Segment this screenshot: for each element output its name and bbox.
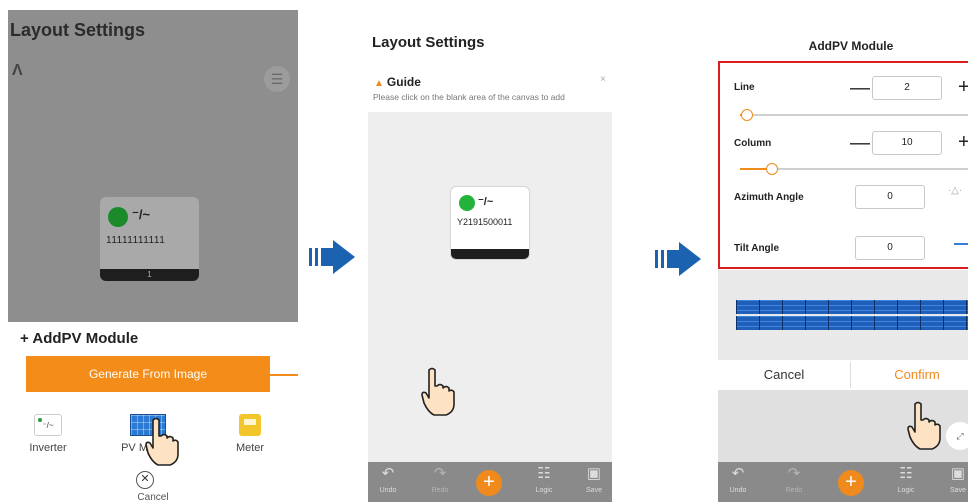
tilt-angle-input[interactable]: 0: [855, 236, 925, 260]
page-title: Layout Settings: [372, 34, 485, 51]
layout-settings-panel-2: Layout Settings ▲ Guide × Please click on…: [368, 10, 612, 502]
add-button[interactable]: +: [476, 470, 502, 496]
save-button[interactable]: ▣ Save: [576, 462, 612, 502]
page-title: AddPV Module: [808, 39, 894, 53]
undo-button[interactable]: ↶ Undo: [370, 462, 406, 502]
column-decrement-button[interactable]: —: [850, 133, 870, 153]
bottom-toolbar: ↶ Undo ↷ Redo + ☷ Logic ▣ Save: [718, 462, 968, 502]
redo-icon: ↷: [787, 465, 801, 482]
inverter-device-card[interactable]: ⁻/~ Y2191500011: [450, 186, 530, 260]
tilt-angle-label: Tilt Angle: [734, 243, 779, 254]
pv-module-row: [736, 316, 968, 330]
tilt-indicator-icon: [954, 243, 968, 245]
column-label: Column: [734, 138, 772, 149]
cancel-button[interactable]: Cancel: [718, 360, 850, 390]
dialog-actions: Cancel Confirm: [718, 360, 968, 390]
close-icon[interactable]: ×: [600, 74, 606, 85]
slider-knob[interactable]: [740, 109, 753, 121]
device-option-label: Inverter: [29, 442, 67, 454]
line-input[interactable]: 2: [872, 76, 942, 100]
bottom-toolbar: ↶ Undo ↷ Redo + ☷ Logic ▣ Save: [368, 462, 612, 502]
menu-icon[interactable]: ☰: [264, 66, 290, 92]
redo-icon: ↷: [433, 465, 447, 482]
save-icon: ▣: [950, 465, 966, 482]
callout-line: [270, 374, 298, 376]
settings-form: AddPV Module Line — 2 + Column — 10 + Az…: [718, 10, 968, 270]
pointer-hand-icon: [421, 367, 455, 416]
column-increment-button[interactable]: +: [958, 132, 968, 152]
highlight-box: Line — 2 + Column — 10 + Azimuth Angle 0…: [718, 61, 968, 269]
page-title: Layout Settings: [10, 20, 146, 40]
guide-banner: ▲ Guide × Please click on the blank area …: [368, 66, 612, 112]
sheet-title: + AddPV Module: [20, 330, 139, 347]
status-dot-icon: [459, 195, 475, 211]
step-arrow-icon: [309, 240, 355, 274]
guide-heading: ▲ Guide: [374, 75, 421, 89]
inverter-device-card[interactable]: ⁻/~ 11111111111 1: [100, 197, 199, 281]
cancel-close-icon[interactable]: ✕: [136, 471, 154, 489]
column-slider[interactable]: [740, 163, 968, 175]
cancel-label[interactable]: Cancel: [8, 492, 298, 502]
expand-icon[interactable]: ⤢: [946, 422, 968, 450]
logo-icon: Ʌ: [12, 62, 23, 79]
save-icon: ▣: [586, 465, 602, 482]
redo-button[interactable]: ↷ Redo: [776, 462, 812, 502]
add-device-sheet: + AddPV Module Generate From Image ⁻/~ I…: [8, 322, 298, 502]
device-option-label: Meter: [235, 442, 265, 454]
line-label: Line: [734, 82, 755, 93]
undo-icon: ↶: [381, 465, 395, 482]
inverter-icon: ⁻/~: [34, 414, 62, 436]
step-arrow-icon: [655, 242, 701, 276]
device-serial: Y2191500011: [457, 217, 513, 227]
pv-module-row: [736, 300, 968, 314]
layout-settings-panel-1: Layout Settings Ʌ ☰ ⁻/~ 11111111111 1 + …: [8, 10, 298, 502]
add-pv-module-panel: AddPV Module Line — 2 + Column — 10 + Az…: [718, 10, 968, 502]
redo-button[interactable]: ↷ Redo: [422, 462, 458, 502]
undo-button[interactable]: ↶ Undo: [720, 462, 756, 502]
logic-button[interactable]: ☷ Logic: [526, 462, 562, 502]
azimuth-angle-input[interactable]: 0: [855, 185, 925, 209]
logic-icon: ☷: [537, 465, 551, 482]
compass-icon: ·△·: [947, 185, 963, 196]
generate-from-image-button[interactable]: Generate From Image: [26, 356, 270, 392]
line-increment-button[interactable]: +: [958, 77, 968, 97]
header-bar: Layout Settings: [368, 10, 612, 66]
device-index-bar: [451, 249, 529, 259]
pointer-hand-icon: [907, 401, 941, 450]
column-input[interactable]: 10: [872, 131, 942, 155]
save-button[interactable]: ▣ Save: [940, 462, 968, 502]
pv-preview: [718, 270, 968, 360]
pointer-hand-icon: [145, 417, 179, 466]
slider-knob[interactable]: [766, 163, 779, 175]
home-icon: ▲: [374, 78, 384, 89]
inverter-symbol: ⁻/~: [478, 196, 494, 208]
inverter-symbol: ⁻/~: [132, 207, 151, 222]
device-index-bar: 1: [100, 269, 199, 281]
azimuth-angle-label: Azimuth Angle: [734, 192, 804, 203]
confirm-button[interactable]: Confirm: [851, 360, 968, 390]
undo-icon: ↶: [731, 465, 745, 482]
logic-icon: ☷: [899, 465, 913, 482]
guide-text: Please click on the blank area of the ca…: [373, 92, 565, 102]
add-button[interactable]: +: [838, 470, 864, 496]
logic-button[interactable]: ☷ Logic: [888, 462, 924, 502]
status-dot-icon: [108, 207, 128, 227]
device-serial: 11111111111: [106, 235, 166, 246]
device-option-inverter[interactable]: ⁻/~ Inverter: [18, 414, 78, 454]
device-option-meter[interactable]: Meter: [220, 414, 280, 454]
line-decrement-button[interactable]: —: [850, 78, 870, 98]
line-slider[interactable]: [740, 109, 968, 121]
meter-icon: [239, 414, 261, 436]
